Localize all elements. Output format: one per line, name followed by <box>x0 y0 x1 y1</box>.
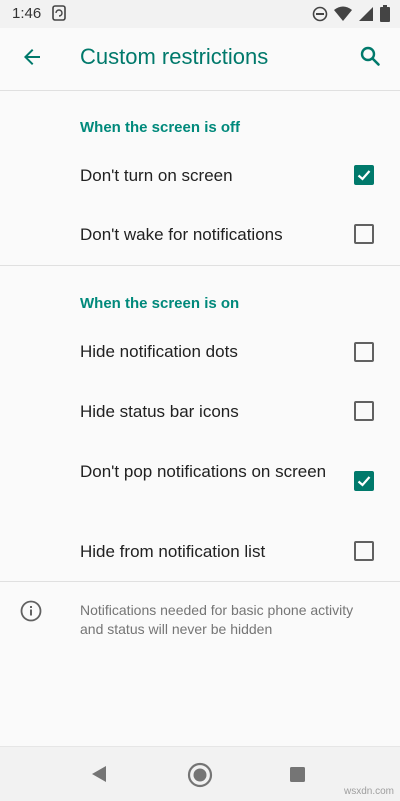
setting-row-hide-status-icons[interactable]: Hide status bar icons <box>0 390 400 434</box>
search-icon <box>358 44 382 73</box>
page-title: Custom restrictions <box>80 44 269 69</box>
setting-label: Don't pop notifications on screen <box>80 462 327 481</box>
signal-icon <box>358 6 374 25</box>
nav-back-icon[interactable] <box>90 765 108 788</box>
setting-row-hide-dots[interactable]: Hide notification dots <box>0 331 400 375</box>
app-bar: Custom restrictions <box>0 28 400 91</box>
setting-label: Hide status bar icons <box>80 402 239 421</box>
checkbox-dont-turn-on-screen[interactable] <box>354 165 374 185</box>
wifi-icon <box>334 6 352 25</box>
setting-label: Hide notification dots <box>80 342 238 361</box>
watermark: wsxdn.com <box>343 786 394 797</box>
back-button[interactable] <box>18 45 46 73</box>
section-header-screen-on: When the screen is on <box>80 295 240 312</box>
setting-label: Don't turn on screen <box>80 166 233 185</box>
check-icon <box>357 170 371 181</box>
status-bar: 1:46 <box>0 0 400 28</box>
nav-recents-icon[interactable] <box>289 766 306 788</box>
status-time: 1:46 <box>12 5 42 22</box>
setting-row-hide-from-list[interactable]: Hide from notification list <box>0 531 400 575</box>
section-divider <box>0 581 400 582</box>
checkbox-dont-wake[interactable] <box>354 224 374 244</box>
checkbox-hide-dots[interactable] <box>354 342 374 362</box>
do-not-disturb-icon <box>312 6 328 25</box>
checkbox-dont-pop[interactable] <box>354 471 374 491</box>
setting-row-dont-turn-on-screen[interactable]: Don't turn on screen <box>0 155 400 199</box>
info-icon <box>20 600 42 627</box>
setting-row-dont-pop[interactable]: Don't pop notifications on screen <box>0 450 400 510</box>
check-icon <box>357 476 371 487</box>
navigation-bar: wsxdn.com <box>0 746 400 801</box>
search-button[interactable] <box>356 44 384 72</box>
battery-icon <box>380 5 390 25</box>
setting-label: Don't wake for notifications <box>80 225 283 244</box>
setting-label: Hide from notification list <box>80 542 266 561</box>
checkbox-hide-from-list[interactable] <box>354 541 374 561</box>
section-header-screen-off: When the screen is off <box>80 119 241 136</box>
info-text: Notifications needed for basic phone act… <box>80 602 354 637</box>
nav-home-icon[interactable] <box>187 762 213 793</box>
sync-icon <box>52 5 66 24</box>
arrow-back-icon <box>20 45 44 74</box>
setting-row-dont-wake[interactable]: Don't wake for notifications <box>0 214 400 258</box>
checkbox-hide-status-icons[interactable] <box>354 401 374 421</box>
section-divider <box>0 265 400 266</box>
